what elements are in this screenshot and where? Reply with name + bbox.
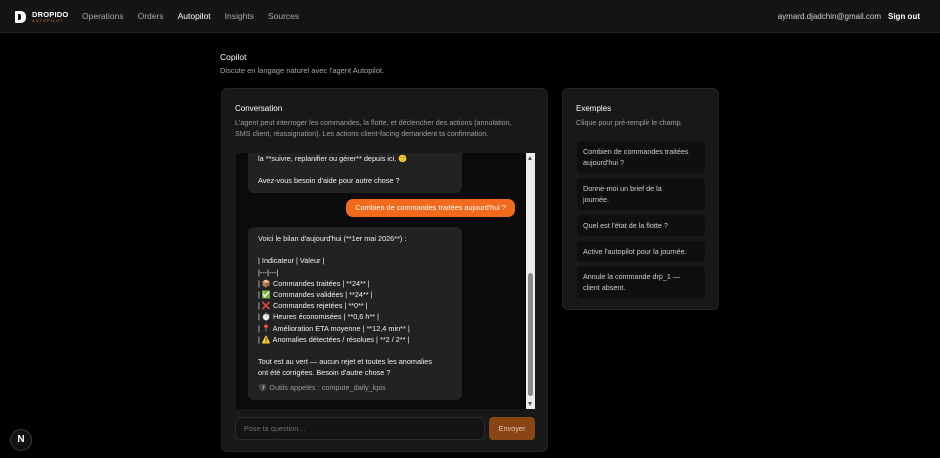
example-text: Annule la commande drp_1 — (583, 272, 681, 281)
send-button[interactable]: Envoyer (489, 417, 535, 440)
chat-messages[interactable]: la **suivre, replanifier ou gérer** depu… (236, 153, 535, 409)
message-line: ont été corrigées. Besoin d'autre chose … (258, 368, 391, 378)
nav-item-sources[interactable]: Sources (268, 11, 299, 21)
chat-scrollbar[interactable] (526, 153, 535, 409)
message-line: la **suivre, replanifier ou gérer** depu… (258, 154, 408, 163)
examples-description: Clique pour pré-remplir le champ. (576, 118, 683, 127)
main-nav: Operations Orders Autopilot Insights Sou… (82, 11, 313, 21)
example-text: Quel est l'état de la flotte ? (583, 221, 668, 230)
conversation-description: L'agent peut interroger les commandes, l… (235, 117, 512, 139)
top-nav-bar: DROPIDO AUTOPILOT Operations Orders Auto… (0, 0, 940, 33)
tools-called-note: 🛡 Outils appelés : compute_daily_kpis (258, 383, 386, 393)
brand-logo[interactable]: DROPIDO AUTOPILOT (15, 9, 68, 25)
next-dev-badge-icon[interactable]: N (10, 429, 32, 451)
examples-title: Exemples (576, 104, 612, 113)
example-text: Active l'autopilot pour la journée. (583, 247, 687, 256)
question-input[interactable] (235, 417, 485, 440)
logo-mark-icon (15, 11, 26, 23)
assistant-message: la **suivre, replanifier ou gérer** depu… (248, 153, 462, 193)
example-text: Donne-moi un brief de la (583, 184, 662, 193)
user-email: aymard.djadchin@gmail.com (777, 12, 881, 21)
scroll-thumb[interactable] (528, 273, 533, 396)
page-subtitle: Discute en langage naturel avec l'agent … (220, 66, 385, 75)
message-line: | 📦 Commandes traitées | **24** | (258, 278, 370, 288)
example-item[interactable]: Combien de commandes traitées aujourd'hu… (577, 141, 705, 174)
message-line: | ✅ Commandes validées | **24** | (258, 289, 373, 299)
conversation-panel: Conversation L'agent peut interroger les… (221, 88, 548, 452)
conversation-title: Conversation (235, 104, 283, 113)
example-item[interactable]: Donne-moi un brief de la journée. (577, 178, 705, 211)
message-line: Voici le bilan d'aujourd'hui (**1er mai … (258, 234, 407, 243)
example-text: Combien de commandes traitées (583, 147, 689, 156)
message-line: | ❌ Commandes rejetées | **0** | (258, 301, 368, 311)
nav-item-autopilot[interactable]: Autopilot (178, 11, 211, 21)
conversation-description-line: L'agent peut interroger les commandes, l… (235, 118, 512, 127)
example-item[interactable]: Annule la commande drp_1 — client absent… (577, 266, 705, 299)
assistant-message: Voici le bilan d'aujourd'hui (**1er mai … (248, 227, 462, 400)
conversation-description-line: SMS client, réassignation). Les actions … (235, 129, 489, 139)
brand-tagline: AUTOPILOT (32, 18, 64, 24)
user-message: Combien de commandes traitées aujourd'hu… (346, 199, 515, 217)
brand-name: DROPIDO (32, 9, 69, 19)
nav-item-insights[interactable]: Insights (225, 11, 254, 21)
message-line: | ⚠️ Anomalies détectées / résolues | **… (258, 334, 410, 344)
example-item[interactable]: Quel est l'état de la flotte ? (577, 215, 705, 237)
message-line: |---|---| (258, 267, 279, 277)
message-line: Tout est au vert — aucun rejet et toutes… (258, 357, 433, 367)
message-line: | ⏱️ Heures économisées | **0,6 h** | (258, 312, 380, 322)
message-line: | Indicateur | Valeur | (258, 256, 325, 266)
nav-item-operations[interactable]: Operations (82, 11, 124, 21)
nav-item-orders[interactable]: Orders (138, 11, 164, 21)
example-text: aujourd'hui ? (583, 158, 624, 168)
examples-panel: Exemples Clique pour pré-remplir le cham… (562, 88, 719, 310)
sign-out-button[interactable]: Sign out (888, 12, 920, 21)
scroll-up-arrow-icon[interactable] (528, 156, 532, 160)
example-item[interactable]: Active l'autopilot pour la journée. (577, 241, 705, 263)
example-text: journée. (583, 195, 609, 205)
scroll-down-arrow-icon[interactable] (528, 402, 532, 406)
example-text: client absent. (583, 283, 626, 293)
page-title: Copilot (220, 52, 247, 62)
message-line: Avez-vous besoin d'aide pour autre chose… (258, 176, 400, 186)
message-line: | 📍 Amélioration ETA moyenne | **12,4 mi… (258, 323, 410, 333)
